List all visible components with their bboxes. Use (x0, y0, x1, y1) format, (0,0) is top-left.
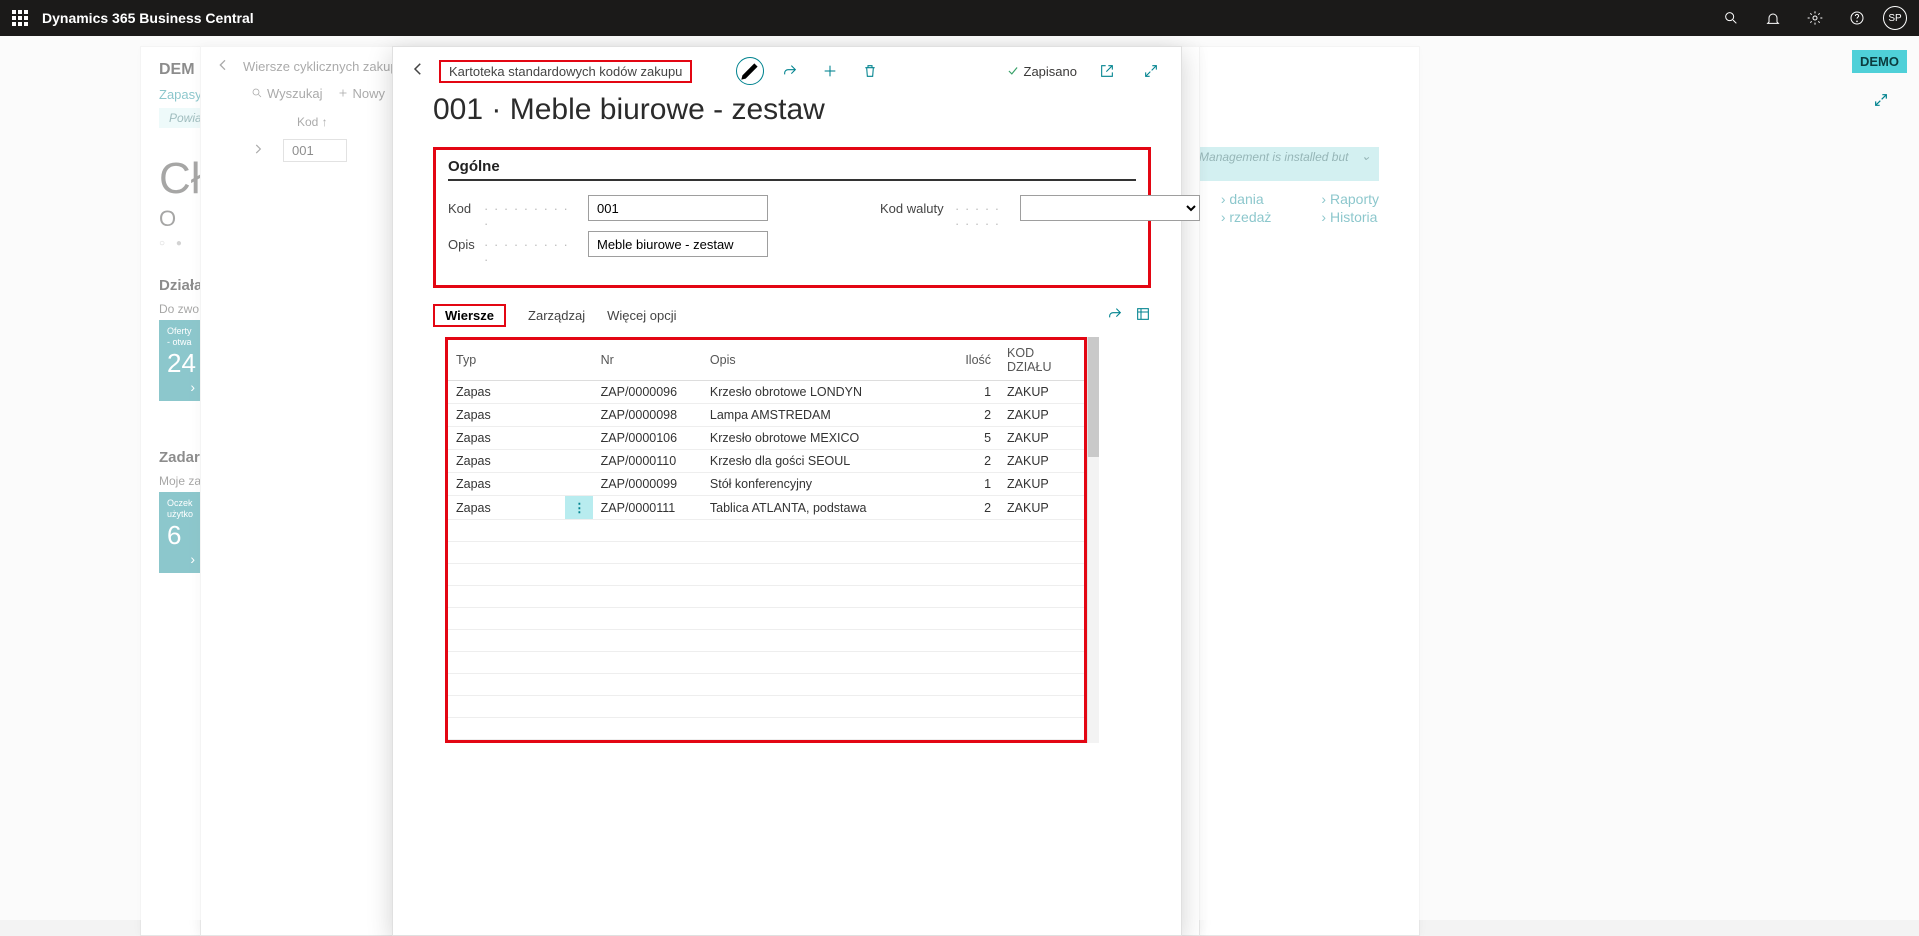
label-kod-waluty: Kod waluty (880, 201, 1010, 216)
table-row-empty[interactable] (448, 630, 1084, 652)
cue-value: 24 (167, 348, 195, 379)
input-opis[interactable] (588, 231, 768, 257)
col-ilosc[interactable]: Ilość (946, 340, 999, 381)
lines-grid[interactable]: Typ Nr Opis Ilość KOD DZIAŁU ZapasZAP/00… (448, 340, 1084, 740)
table-row[interactable]: Zapas⋮ZAP/0000111Tablica ATLANTA, podsta… (448, 496, 1084, 520)
table-row-empty[interactable] (448, 542, 1084, 564)
link-dania[interactable]: › dania (1221, 191, 1264, 207)
popout-icon[interactable] (1093, 57, 1121, 85)
user-avatar[interactable]: SP (1883, 6, 1907, 30)
table-row-empty[interactable] (448, 652, 1084, 674)
app-launcher-icon[interactable] (12, 10, 28, 26)
table-row-empty[interactable] (448, 586, 1084, 608)
cue-label-1: Oferty (167, 326, 192, 336)
demo-badge: DEMO (1852, 50, 1907, 73)
lines-share-icon[interactable] (1107, 306, 1123, 325)
delete-icon[interactable] (856, 57, 884, 85)
cue-tile-pending[interactable]: Oczekużytko 6 › (159, 492, 203, 573)
table-row-empty[interactable] (448, 718, 1084, 740)
cue2-value: 6 (167, 520, 195, 551)
general-header: Ogólne (448, 158, 1136, 181)
table-row-empty[interactable] (448, 674, 1084, 696)
row-menu-icon[interactable]: ⋮ (573, 501, 585, 515)
lines-manage[interactable]: Zarządzaj (528, 308, 585, 323)
list-row-code: 001 (283, 139, 347, 162)
lines-maximize-icon[interactable] (1135, 306, 1151, 325)
table-row-empty[interactable] (448, 564, 1084, 586)
list-search[interactable]: Wyszukaj (251, 86, 323, 101)
table-row-empty[interactable] (448, 608, 1084, 630)
card-toolbar: Kartoteka standardowych kodów zakupu Zap… (393, 47, 1181, 91)
share-icon[interactable] (776, 57, 804, 85)
input-kod[interactable] (588, 195, 768, 221)
table-row[interactable]: ZapasZAP/0000096Krzesło obrotowe LONDYN1… (448, 381, 1084, 404)
table-row[interactable]: ZapasZAP/0000106Krzesło obrotowe MEXICO5… (448, 427, 1084, 450)
purchase-code-card: Kartoteka standardowych kodów zakupu Zap… (392, 46, 1182, 936)
table-row-empty[interactable] (448, 520, 1084, 542)
link-historia[interactable]: › Historia (1321, 209, 1377, 225)
notifications-icon[interactable] (1757, 2, 1789, 34)
cue-arrow-icon: › (167, 379, 195, 395)
table-row-empty[interactable] (448, 696, 1084, 718)
cue-label-2: - otwa (167, 337, 192, 347)
expand-card-icon[interactable] (1137, 57, 1165, 85)
list-new[interactable]: Nowy (337, 86, 386, 101)
col-nr[interactable]: Nr (593, 340, 702, 381)
app-title: Dynamics 365 Business Central (42, 10, 254, 26)
cue2-label-1: Oczek (167, 498, 193, 508)
link-raporty[interactable]: › Raporty (1321, 191, 1379, 207)
search-icon[interactable] (1715, 2, 1747, 34)
new-icon[interactable] (816, 57, 844, 85)
global-header: Dynamics 365 Business Central SP (0, 0, 1919, 36)
cue2-label-2: użytko (167, 509, 193, 519)
cue2-arrow-icon: › (167, 551, 195, 567)
list-title: Wiersze cyklicznych zakupó (243, 59, 405, 74)
settings-icon[interactable] (1799, 2, 1831, 34)
label-kod: Kod (448, 201, 578, 216)
list-back-button[interactable] (215, 57, 231, 76)
grid-header-row: Typ Nr Opis Ilość KOD DZIAŁU (448, 340, 1084, 381)
cue-tile-offers[interactable]: Oferty- otwa 24 › (159, 320, 203, 401)
table-row[interactable]: ZapasZAP/0000099Stół konferencyjny1ZAKUP (448, 473, 1084, 496)
col-opis[interactable]: Opis (702, 340, 946, 381)
workspace-backdrop: DEM Zapasy Powia Cł O ○ ● Działa Do zwo … (0, 36, 1919, 920)
table-row[interactable]: ZapasZAP/0000098Lampa AMSTREDAM2ZAKUP (448, 404, 1084, 427)
col-typ[interactable]: Typ (448, 340, 565, 381)
col-kod-dzialu[interactable]: KOD DZIAŁU (999, 340, 1084, 381)
link-rzedaz[interactable]: › rzedaż (1221, 209, 1272, 225)
label-opis: Opis (448, 237, 578, 252)
select-kod-waluty[interactable] (1020, 195, 1200, 221)
lines-more-options[interactable]: Więcej opcji (607, 308, 676, 323)
general-fasttab: Ogólne Kod Opis Kod waluty (433, 147, 1151, 288)
edit-button[interactable] (736, 57, 764, 85)
card-back-button[interactable] (409, 60, 427, 83)
lines-grid-wrapper: Typ Nr Opis Ilość KOD DZIAŁU ZapasZAP/00… (445, 337, 1151, 743)
help-icon[interactable] (1841, 2, 1873, 34)
page-title: 001 · Meble biurowe - zestaw (393, 91, 1181, 141)
lines-toolbar: Wiersze Zarządzaj Więcej opcji (393, 288, 1181, 327)
tab-lines[interactable]: Wiersze (433, 304, 506, 327)
expand-icon[interactable] (1873, 92, 1889, 113)
save-status: Zapisano (1006, 64, 1077, 79)
action-links: › dania › rzedaż › Raporty › Historia (1221, 191, 1379, 227)
grid-scrollbar[interactable] (1087, 337, 1099, 743)
table-row[interactable]: ZapasZAP/0000110Krzesło dla gości SEOUL2… (448, 450, 1084, 473)
breadcrumb: Kartoteka standardowych kodów zakupu (439, 60, 692, 83)
right-arrow-icon (251, 142, 265, 159)
